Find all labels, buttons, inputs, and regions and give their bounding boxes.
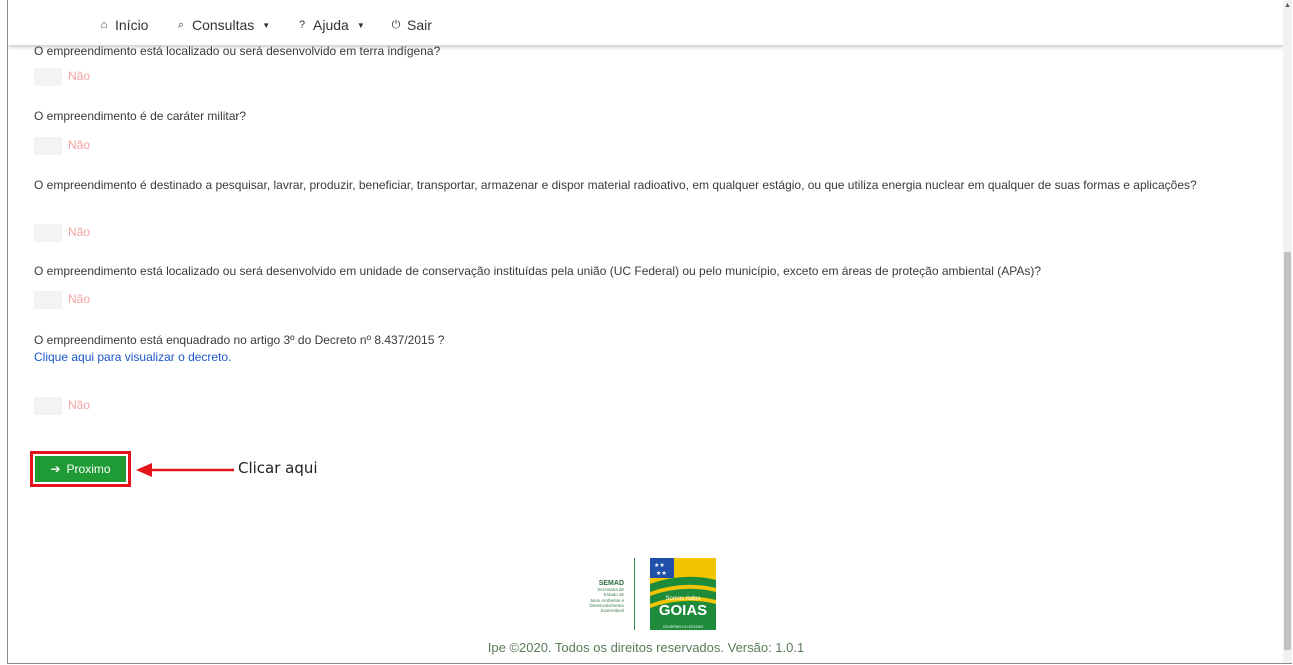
- vertical-scrollbar[interactable]: ▲: [1283, 0, 1292, 663]
- footer-logos: SEMAD Secretaria de Estado de Meio Ambie…: [558, 558, 718, 632]
- svg-text:GOVERNO DO ESTADO: GOVERNO DO ESTADO: [663, 625, 703, 629]
- svg-text:★★: ★★: [654, 562, 665, 569]
- nav-inicio-label: Início: [115, 17, 149, 33]
- nav-consultas-label: Consultas: [192, 17, 255, 33]
- scrollbar-thumb[interactable]: [1284, 252, 1291, 650]
- answer-toggle[interactable]: [34, 68, 62, 86]
- svg-text:★★: ★★: [656, 570, 667, 577]
- next-button-label: Proximo: [66, 462, 111, 476]
- search-icon: ⌕: [177, 18, 185, 31]
- question-carater-militar: O empreendimento é de caráter militar?: [34, 109, 247, 123]
- answer-toggle[interactable]: [34, 397, 62, 415]
- question-decreto: O empreendimento está enquadrado no arti…: [34, 333, 445, 347]
- footer-copyright: Ipe ©2020. Todos os direitos reservados.…: [487, 640, 805, 655]
- answer-value: Não: [68, 69, 91, 83]
- browser-viewport: O empreendimento está localizado ou será…: [7, 0, 1292, 664]
- top-navbar: ⌂ Início ⌕ Consultas ▼ ? Ajuda ▼ ⏻ Sair: [8, 0, 1284, 45]
- answer-material-radioativo[interactable]: Não: [34, 223, 104, 243]
- answer-value: Não: [68, 292, 91, 306]
- answer-value: Não: [68, 138, 91, 152]
- answer-decreto[interactable]: Não: [34, 396, 104, 416]
- nav-ajuda-label: Ajuda: [313, 17, 349, 33]
- chevron-down-icon: ▼: [262, 20, 271, 30]
- svg-text:GOIAS: GOIAS: [659, 602, 707, 619]
- answer-terra-indigena[interactable]: Não: [34, 67, 104, 87]
- scroll-up-icon[interactable]: ▲: [1284, 2, 1291, 9]
- decreto-link[interactable]: Clique aqui para visualizar o decreto.: [34, 349, 231, 366]
- nav-sair-label: Sair: [407, 17, 432, 33]
- nav-sair[interactable]: ⏻ Sair: [390, 17, 432, 33]
- answer-toggle[interactable]: [34, 291, 62, 309]
- question-unidade-conservacao: O empreendimento está localizado ou será…: [34, 264, 1042, 278]
- nav-inicio[interactable]: ⌂ Início: [98, 17, 149, 33]
- nav-consultas[interactable]: ⌕ Consultas ▼: [175, 17, 270, 33]
- semad-sub-5: Sustentável: [600, 608, 624, 614]
- next-button-highlight: ➔ Proximo: [30, 451, 131, 487]
- answer-value: Não: [68, 398, 91, 412]
- question-terra-indigena: O empreendimento está localizado ou será…: [34, 44, 441, 58]
- annotation-arrow-icon: [136, 463, 234, 477]
- nav-ajuda[interactable]: ? Ajuda ▼: [296, 17, 365, 33]
- semad-logo: SEMAD Secretaria de Estado de Meio Ambie…: [558, 558, 624, 613]
- chevron-down-icon: ▼: [356, 20, 365, 30]
- next-button[interactable]: ➔ Proximo: [35, 456, 126, 482]
- answer-value: Não: [68, 225, 91, 239]
- answer-toggle[interactable]: [34, 224, 62, 242]
- question-icon: ?: [298, 19, 306, 31]
- power-icon: ⏻: [391, 18, 401, 31]
- answer-carater-militar[interactable]: Não: [34, 136, 104, 156]
- answer-toggle[interactable]: [34, 137, 62, 155]
- semad-title: SEMAD: [598, 580, 624, 587]
- goias-logo: ★★ ★★ Somos todos GOIAS GOVERNO DO ESTAD…: [650, 558, 716, 630]
- question-material-radioativo: O empreendimento é destinado a pesquisar…: [34, 178, 1197, 192]
- arrow-right-icon: ➔: [50, 462, 61, 476]
- answer-unidade-conservacao[interactable]: Não: [34, 290, 104, 310]
- home-icon: ⌂: [100, 19, 108, 31]
- annotation-text: Clicar aqui: [238, 459, 318, 477]
- logo-divider: [634, 558, 635, 630]
